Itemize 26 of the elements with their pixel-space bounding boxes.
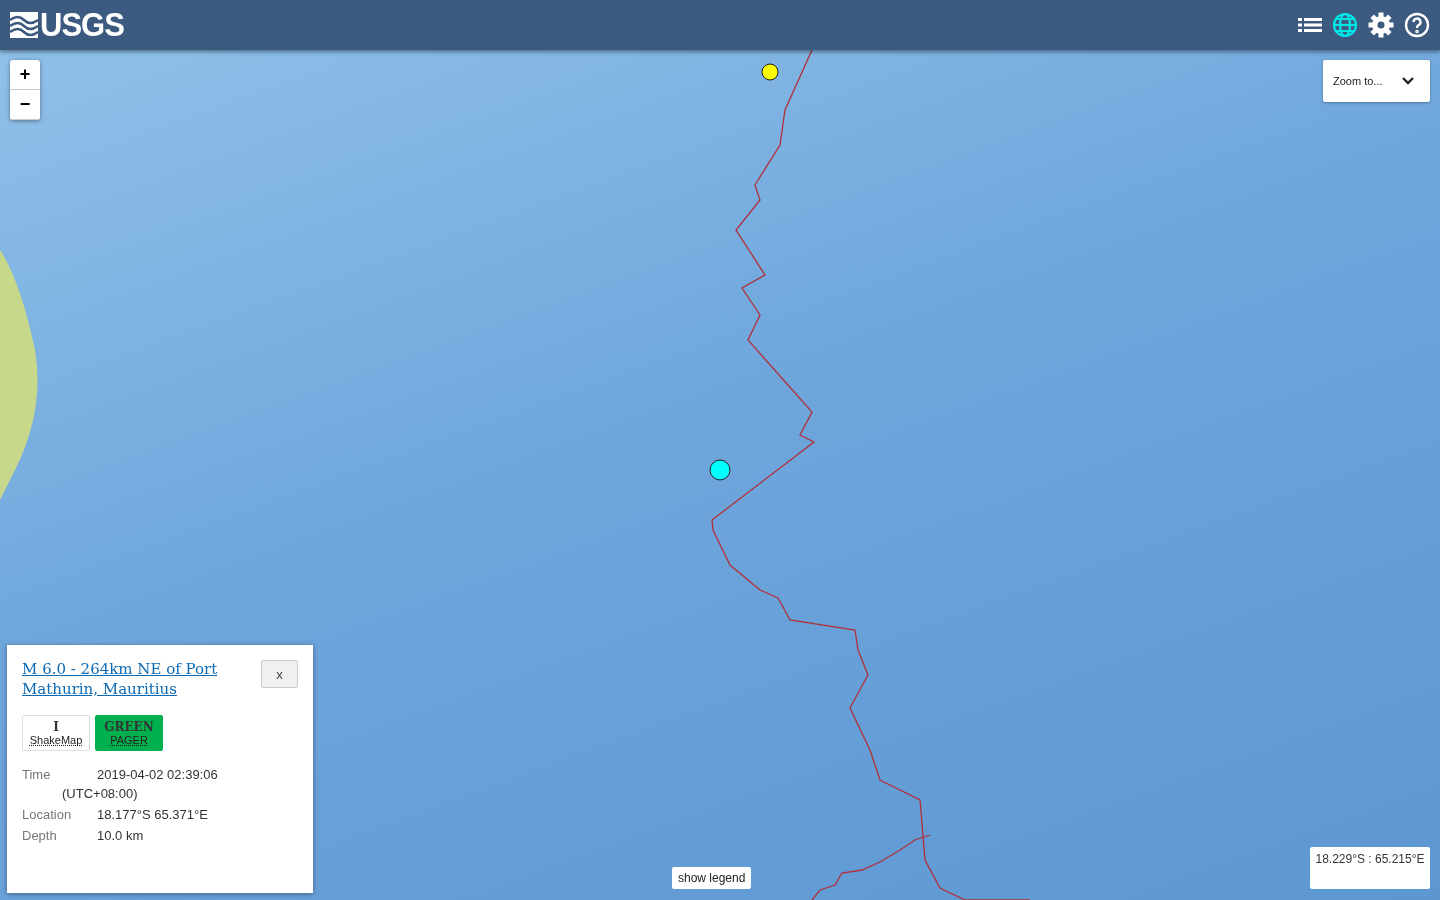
coordinates-readout: 18.229°S : 65.215°E — [1310, 847, 1430, 889]
pager-badge[interactable]: GREEN PAGER — [95, 715, 163, 751]
shakemap-badge[interactable]: I ShakeMap — [22, 715, 90, 751]
help-icon[interactable] — [1404, 12, 1430, 38]
ocean-floor-map[interactable]: + − Zoom to... show legend 18.229°S : 65.215°E M 6.0 - 264km NE of Port Mathurin, Mauritius x I ShakeMap GREEN PAGER Time 2019-04-02 02:39:06 (UTC+08:00) Location 18.177°S 65.371°E Depth 10.0 km — [0, 50, 1440, 900]
detail-label: Depth — [22, 828, 58, 843]
zoom-to-dropdown[interactable]: Zoom to... — [1323, 60, 1430, 102]
show-legend-button[interactable]: show legend — [672, 867, 752, 889]
timezone-note: (UTC+08:00) — [61, 786, 139, 801]
earthquake-title-link[interactable]: M 6.0 - 264km NE of Port Mathurin, Mauritius — [22, 659, 247, 699]
earthquake-marker[interactable] — [709, 459, 731, 481]
detail-value: 2019-04-02 02:39:06 — [97, 767, 219, 782]
zoom-in-button[interactable]: + — [10, 60, 40, 90]
zoom-out-button[interactable]: − — [10, 90, 40, 120]
detail-value: 10.0 km — [97, 828, 145, 843]
globe-icon[interactable] — [1332, 12, 1358, 38]
detail-value: 18.177°S 65.371°E — [97, 807, 209, 822]
wave-logo-icon — [10, 12, 38, 38]
list-icon[interactable] — [1298, 16, 1322, 34]
settings-icon[interactable] — [1368, 12, 1394, 38]
detail-label: Location — [22, 807, 73, 822]
earthquake-marker[interactable] — [761, 63, 779, 81]
logo-text: USGS — [40, 5, 124, 45]
close-button[interactable]: x — [261, 660, 298, 688]
detail-label: Time — [22, 767, 52, 782]
chevron-down-icon — [1402, 77, 1414, 85]
